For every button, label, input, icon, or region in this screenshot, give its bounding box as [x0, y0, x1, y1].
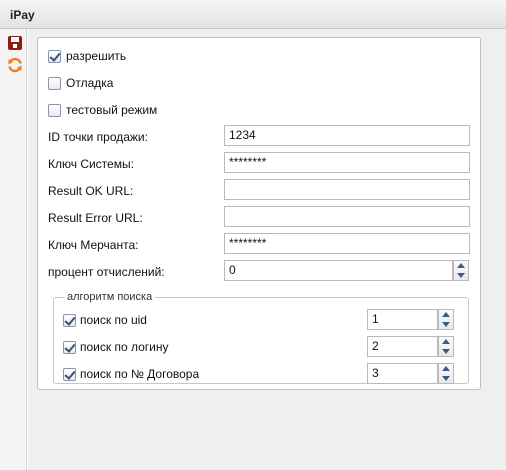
enable-checkbox[interactable]: [48, 50, 61, 63]
test-mode-label: тестовый режим: [66, 103, 158, 117]
search-by-contract-up-button[interactable]: [439, 364, 453, 373]
merchant-key-label: Ключ Мерчанта:: [48, 238, 139, 252]
search-by-contract-order-input[interactable]: 3: [367, 363, 438, 384]
deduction-percent-down-button[interactable]: [454, 271, 468, 280]
search-by-login-up-button[interactable]: [439, 337, 453, 346]
test-mode-checkbox[interactable]: [48, 104, 61, 117]
search-by-login-order-input[interactable]: 2: [367, 336, 438, 357]
enable-label: разрешить: [66, 49, 127, 63]
search-by-contract-down-button[interactable]: [439, 374, 453, 383]
result-ok-url-input[interactable]: [224, 179, 470, 200]
debug-label: Отладка: [66, 76, 114, 90]
search-algorithm-legend: алгоритм поиска: [64, 291, 156, 303]
debug-checkbox[interactable]: [48, 77, 61, 90]
search-by-uid-label: поиск по uid: [80, 313, 147, 327]
sale-point-id-input[interactable]: 1234: [224, 125, 470, 146]
search-by-uid-checkbox[interactable]: [63, 314, 76, 327]
save-icon[interactable]: [7, 35, 23, 51]
result-error-url-label: Result Error URL:: [48, 211, 143, 225]
merchant-key-input[interactable]: ********: [224, 233, 470, 254]
window-title: iPay: [10, 8, 35, 22]
deduction-percent-up-button[interactable]: [454, 261, 468, 270]
result-error-url-input[interactable]: [224, 206, 470, 227]
search-by-uid-up-button[interactable]: [439, 310, 453, 319]
sale-point-id-label: ID точки продажи:: [48, 130, 148, 144]
deduction-percent-label: процент отчислений:: [48, 265, 165, 279]
result-ok-url-label: Result OK URL:: [48, 184, 134, 198]
side-toolbar: [0, 29, 27, 470]
search-by-uid-order-input[interactable]: 1: [367, 309, 438, 330]
window-titlebar: iPay: [0, 0, 506, 29]
deduction-percent-input[interactable]: 0: [224, 260, 453, 281]
search-by-uid-down-button[interactable]: [439, 320, 453, 329]
search-by-login-down-button[interactable]: [439, 347, 453, 356]
search-by-contract-spinner: [438, 363, 454, 384]
search-by-contract-label: поиск по № Договора: [80, 367, 200, 381]
system-key-label: Ключ Системы:: [48, 157, 134, 171]
system-key-input[interactable]: ********: [224, 152, 470, 173]
refresh-icon[interactable]: [7, 57, 23, 73]
search-by-login-checkbox[interactable]: [63, 341, 76, 354]
search-by-login-label: поиск по логину: [80, 340, 169, 354]
deduction-percent-spinner: [453, 260, 469, 281]
search-by-contract-checkbox[interactable]: [63, 368, 76, 381]
search-by-uid-spinner: [438, 309, 454, 330]
search-by-login-spinner: [438, 336, 454, 357]
